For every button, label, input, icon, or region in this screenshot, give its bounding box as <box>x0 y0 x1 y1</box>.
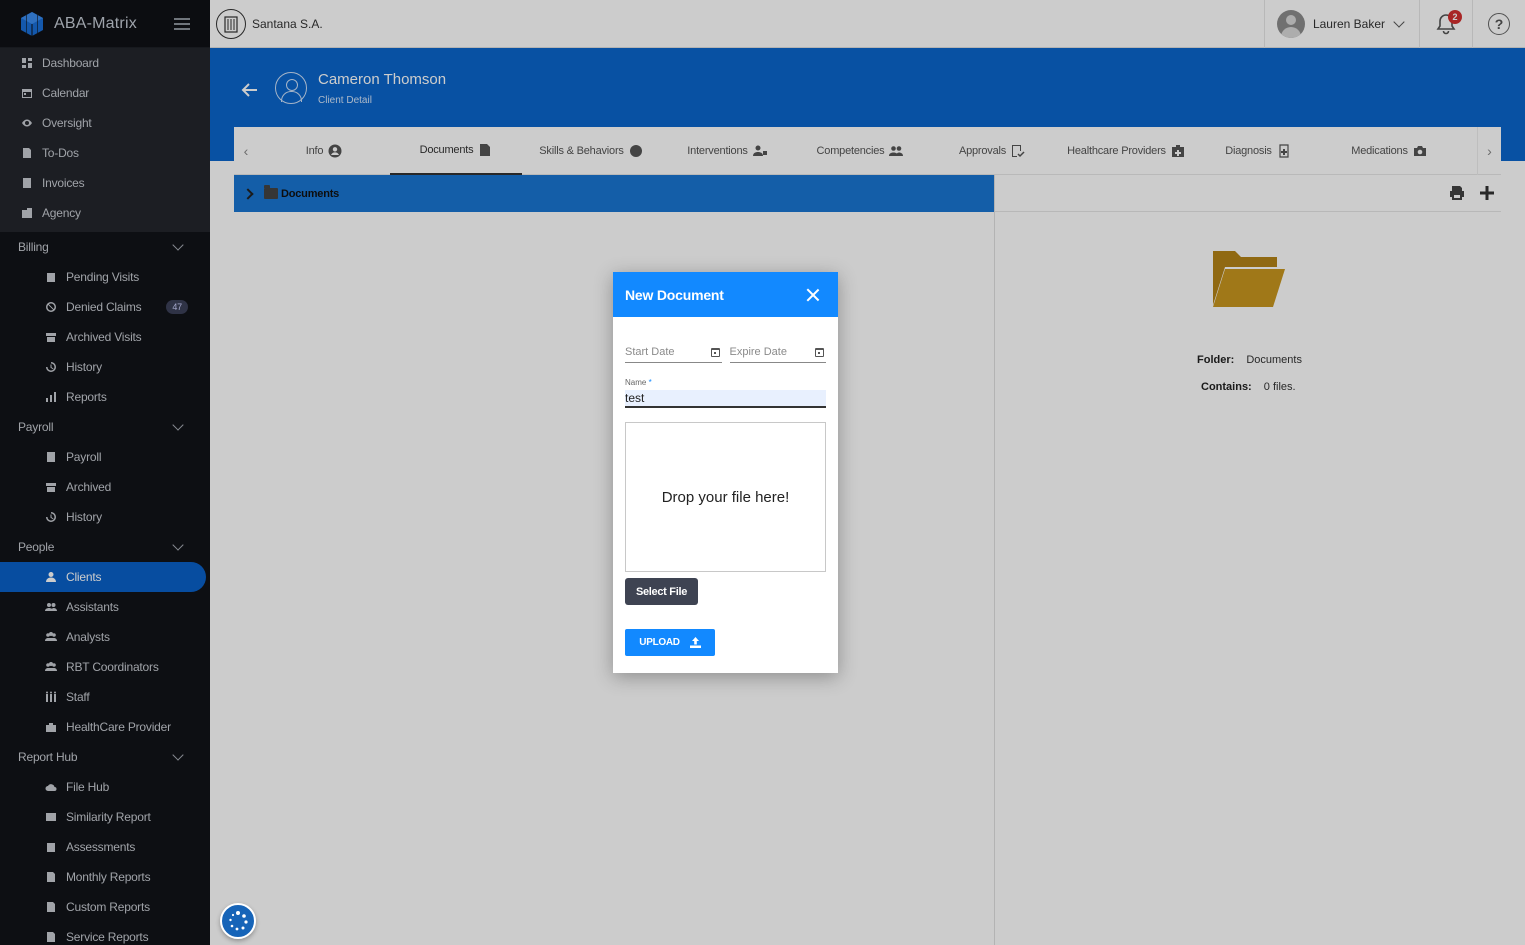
name-input[interactable] <box>625 390 826 408</box>
upload-icon <box>689 637 701 648</box>
name-label: Name * <box>625 378 826 387</box>
calendar-icon[interactable] <box>710 347 720 357</box>
upload-label: UPLOAD <box>639 637 680 648</box>
dropzone-text: Drop your file here! <box>661 488 790 506</box>
calendar-icon[interactable] <box>815 347 824 357</box>
required-marker: * <box>648 378 652 387</box>
new-document-dialog: New Document Start Date Expire Date Name… <box>613 272 838 673</box>
chat-widget-button[interactable] <box>220 903 256 939</box>
date-fields: Start Date Expire Date <box>613 317 838 363</box>
name-label-text: Name <box>625 378 647 387</box>
select-file-button[interactable]: Select File <box>625 578 698 605</box>
dialog-header: New Document <box>613 272 838 317</box>
close-icon[interactable] <box>806 288 820 302</box>
expire-date-field[interactable]: Expire Date <box>729 342 826 363</box>
file-dropzone[interactable]: Drop your file here! <box>625 422 826 572</box>
start-date-field[interactable]: Start Date <box>625 342 722 363</box>
upload-button[interactable]: UPLOAD <box>625 629 715 656</box>
name-field-wrap: Name * <box>613 363 838 408</box>
start-date-placeholder: Start Date <box>625 346 675 358</box>
expire-date-placeholder: Expire Date <box>729 346 787 358</box>
dialog-title: New Document <box>625 286 724 303</box>
dots-icon <box>229 911 248 931</box>
